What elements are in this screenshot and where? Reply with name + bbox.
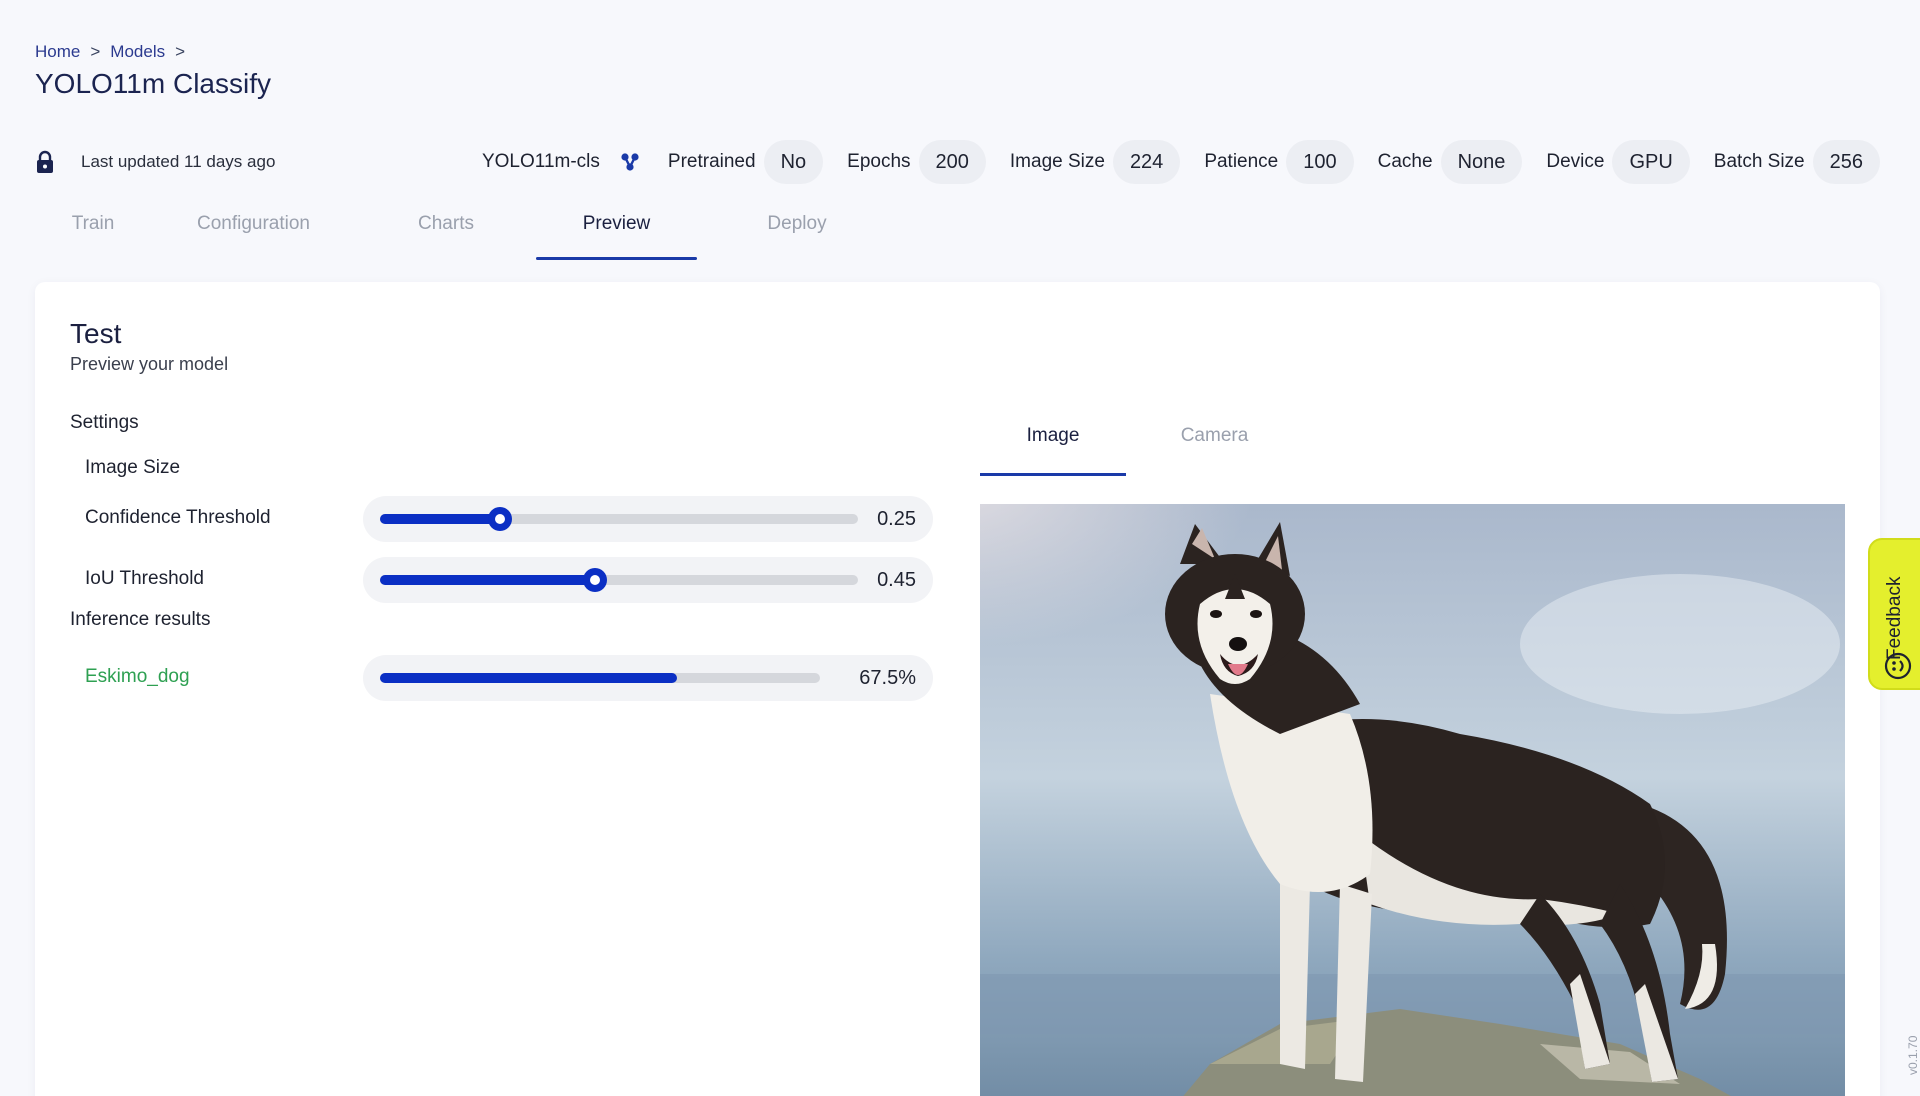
preview-tabs: Image Camera xyxy=(980,422,1303,476)
model-fork-icon[interactable] xyxy=(620,152,640,172)
inference-results-heading: Inference results xyxy=(70,609,211,630)
slider-track[interactable] xyxy=(380,507,858,531)
result-confidence-bar: 67.5% xyxy=(363,655,933,701)
tab-image[interactable]: Image xyxy=(980,422,1126,476)
iou-threshold-slider: 0.45 xyxy=(363,557,933,603)
tab-deploy[interactable]: Deploy xyxy=(697,200,897,260)
param-batch-size: Batch Size 256 xyxy=(1714,140,1880,184)
slider-track[interactable] xyxy=(380,568,858,592)
tab-camera[interactable]: Camera xyxy=(1126,422,1303,476)
result-value: 67.5% xyxy=(859,667,916,689)
slider-thumb[interactable] xyxy=(487,507,512,531)
card-title: Test xyxy=(70,318,122,349)
image-size-label: Image Size xyxy=(85,457,181,478)
param-label: Image Size xyxy=(1009,151,1105,172)
param-patience: Patience 100 xyxy=(1204,140,1354,184)
last-updated-text: Last updated 11 days ago xyxy=(81,152,276,171)
husky-photo xyxy=(980,504,1845,1096)
param-value: 200 xyxy=(918,140,986,184)
result-track xyxy=(380,673,820,683)
param-image-size: Image Size 224 xyxy=(1009,140,1181,184)
model-name: YOLO11m-cls xyxy=(481,151,600,172)
model-tabs: Train Configuration Charts Preview Deplo… xyxy=(35,200,897,260)
breadcrumb-home[interactable]: Home xyxy=(35,42,80,62)
tab-charts[interactable]: Charts xyxy=(356,200,536,260)
breadcrumb: Home > Models > xyxy=(35,42,185,62)
result-class-label: Eskimo_dog xyxy=(85,666,190,687)
param-label: Epochs xyxy=(847,151,911,172)
breadcrumb-separator: > xyxy=(90,42,101,61)
param-cache: Cache None xyxy=(1378,140,1523,184)
breadcrumb-separator: > xyxy=(175,42,186,61)
param-value: 256 xyxy=(1812,140,1880,184)
tab-train[interactable]: Train xyxy=(35,200,151,260)
preview-image xyxy=(980,504,1845,1096)
param-label: Pretrained xyxy=(667,151,756,172)
slider-fill xyxy=(380,575,596,585)
page-title: YOLO11m Classify xyxy=(35,68,271,99)
iou-threshold-label: IoU Threshold xyxy=(85,568,204,589)
smile-icon xyxy=(1884,652,1912,680)
param-value: None xyxy=(1440,140,1523,184)
param-label: Patience xyxy=(1204,151,1279,172)
param-value: No xyxy=(763,140,824,184)
param-label: Device xyxy=(1546,151,1605,172)
preview-card: Test Preview your model Settings Image S… xyxy=(35,282,1880,1096)
settings-heading: Settings xyxy=(70,412,139,433)
param-device: Device GPU xyxy=(1546,140,1690,184)
feedback-button[interactable]: Feedback xyxy=(1868,538,1920,690)
slider-value: 0.25 xyxy=(877,508,916,530)
param-label: Batch Size xyxy=(1713,151,1805,172)
slider-fill xyxy=(380,514,500,524)
param-value: 224 xyxy=(1112,140,1181,184)
tab-configuration[interactable]: Configuration xyxy=(151,200,356,260)
param-epochs: Epochs 200 xyxy=(847,140,986,184)
version-label: v0.1.70 xyxy=(1906,1035,1920,1075)
confidence-threshold-label: Confidence Threshold xyxy=(85,507,271,528)
feedback-label: Feedback xyxy=(1884,576,1905,660)
breadcrumb-models[interactable]: Models xyxy=(110,42,165,62)
param-value: 100 xyxy=(1286,140,1354,184)
lock-icon xyxy=(37,150,53,173)
result-fill xyxy=(380,673,677,683)
slider-thumb[interactable] xyxy=(583,568,608,592)
param-label: Cache xyxy=(1377,151,1433,172)
card-subtitle: Preview your model xyxy=(70,354,229,374)
param-pretrained: Pretrained No xyxy=(667,140,824,184)
slider-value: 0.45 xyxy=(877,569,916,591)
confidence-threshold-slider: 0.25 xyxy=(363,496,933,542)
param-value: GPU xyxy=(1612,140,1690,184)
tab-preview[interactable]: Preview xyxy=(536,200,697,260)
model-meta-row: Last updated 11 days ago YOLO11m-cls Pre… xyxy=(35,140,1880,184)
model-params: YOLO11m-cls Pretrained No Epochs 200 Ima… xyxy=(482,140,1880,184)
